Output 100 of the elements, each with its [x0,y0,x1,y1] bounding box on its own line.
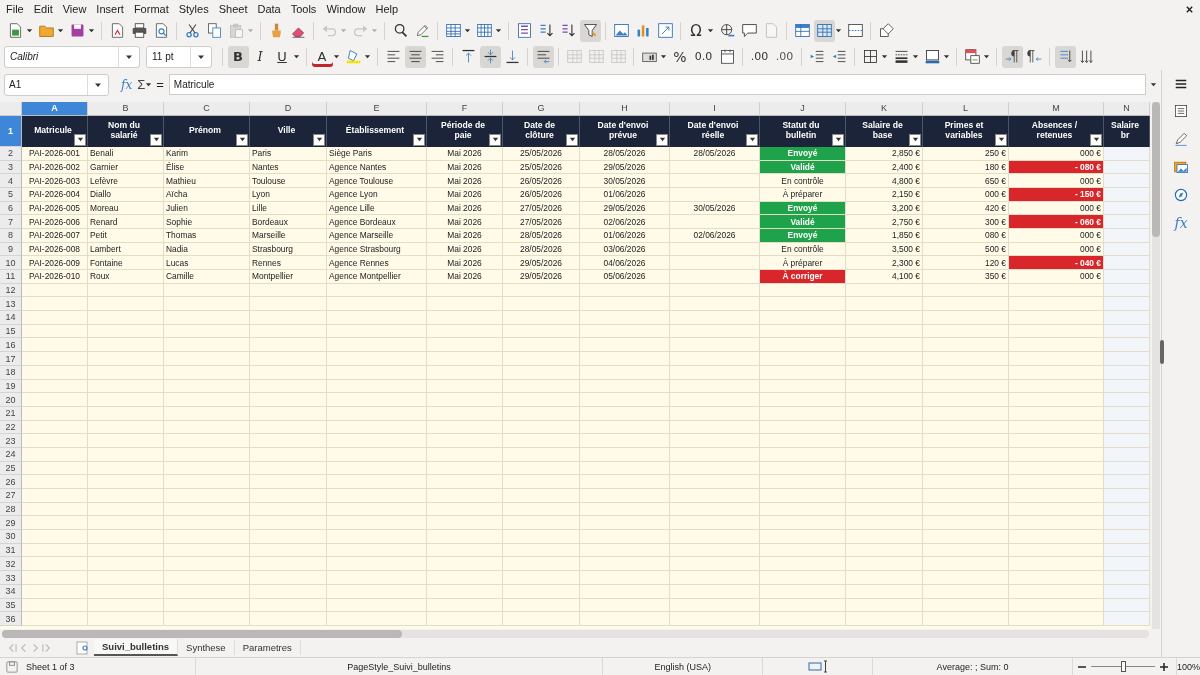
empty-cell[interactable] [670,338,760,353]
empty-cell[interactable] [164,461,250,476]
empty-cell[interactable] [327,543,427,558]
menu-item[interactable]: Window [321,3,371,15]
empty-cell[interactable] [88,461,164,476]
empty-cell[interactable] [846,365,923,380]
empty-cell[interactable] [88,365,164,380]
save-status-icon[interactable] [6,660,18,673]
scrollbar-thumb[interactable] [2,630,402,639]
empty-cell[interactable] [503,612,580,626]
caret-icon[interactable] [912,53,919,60]
function-wizard-button[interactable]: fx [121,77,133,92]
row-number[interactable]: 17 [0,352,22,366]
column-letter[interactable]: F [427,101,503,116]
name-box[interactable]: A1 [4,73,109,96]
menu-item[interactable]: Edit [28,3,58,15]
empty-cell[interactable] [760,297,846,312]
empty-cell[interactable] [327,571,427,585]
empty-cell[interactable] [327,434,427,448]
empty-cell[interactable] [427,338,503,353]
empty-cell[interactable] [580,598,670,613]
empty-cell[interactable] [88,571,164,585]
empty-cell[interactable] [670,256,760,271]
empty-cell[interactable] [580,338,670,353]
header-cell[interactable]: Prénom [164,115,250,147]
row-number[interactable]: 16 [0,338,22,353]
empty-cell[interactable] [88,502,164,517]
empty-cell[interactable] [427,489,503,503]
empty-cell[interactable] [1104,297,1150,312]
empty-cell[interactable] [923,324,1009,339]
caret-icon[interactable] [364,53,371,60]
row-number[interactable]: 29 [0,516,22,531]
column-letter[interactable]: H [580,101,670,116]
empty-cell[interactable] [250,365,327,380]
empty-cell[interactable] [580,297,670,312]
pencil-icon[interactable] [1173,131,1189,147]
empty-cell[interactable] [88,434,164,448]
empty-cell[interactable] [164,475,250,490]
formula-input[interactable]: Matricule [168,74,1147,96]
empty-cell[interactable] [503,571,580,585]
empty-cell[interactable] [327,365,427,380]
empty-cell[interactable] [670,174,760,188]
row-number[interactable]: 36 [0,612,22,626]
empty-cell[interactable] [1104,571,1150,585]
empty-cell[interactable] [670,584,760,599]
special-button[interactable]: Ω [685,19,707,42]
empty-cell[interactable] [1104,475,1150,490]
empty-cell[interactable] [327,379,427,394]
empty-cell[interactable] [88,406,164,421]
empty-cell[interactable] [846,338,923,353]
zoom-in-icon[interactable] [1158,661,1169,672]
row-number[interactable]: 30 [0,530,22,544]
deldecimal-button[interactable]: .00 [772,45,797,68]
empty-cell[interactable] [923,352,1009,366]
empty-cell[interactable] [250,379,327,394]
empty-cell[interactable] [164,311,250,325]
empty-cell[interactable] [1104,174,1150,188]
empty-cell[interactable] [427,584,503,599]
expand-formula-bar-icon[interactable] [1150,81,1158,89]
empty-cell[interactable] [250,297,327,312]
empty-cell[interactable] [250,448,327,462]
empty-cell[interactable] [164,543,250,558]
empty-cell[interactable] [327,324,427,339]
empty-cell[interactable] [670,406,760,421]
empty-cell[interactable] [164,420,250,435]
empty-cell[interactable] [164,489,250,503]
menu-item[interactable]: Format [128,3,174,15]
header-cell[interactable]: Absences / retenues [1009,115,1104,147]
empty-cell[interactable] [670,461,760,476]
header-cell[interactable]: Salaire br [1104,115,1150,147]
empty-cell[interactable] [250,530,327,544]
empty-cell[interactable] [670,283,760,298]
row-number[interactable]: 27 [0,489,22,503]
empty-cell[interactable] [164,283,250,298]
empty-cell[interactable] [846,475,923,490]
column-letter[interactable]: I [670,101,760,116]
text-direction-icon[interactable] [1054,45,1076,68]
empty-cell[interactable] [250,406,327,421]
empty-cell[interactable] [580,612,670,626]
empty-cell[interactable] [923,461,1009,476]
compass-icon[interactable] [1173,187,1189,203]
empty-cell[interactable] [923,365,1009,380]
column-letter[interactable]: D [250,101,327,116]
column-letter[interactable]: B [88,101,164,116]
empty-cell[interactable] [760,448,846,462]
empty-cell[interactable] [760,393,846,407]
empty-cell[interactable] [923,489,1009,503]
column-letter[interactable]: J [760,101,846,116]
empty-cell[interactable] [670,242,760,257]
empty-cell[interactable] [503,338,580,353]
empty-cell[interactable] [327,530,427,544]
row-number[interactable]: 13 [0,297,22,312]
header-cell[interactable]: Date d'envoi prévue [580,115,670,147]
empty-cell[interactable] [503,543,580,558]
empty-cell[interactable] [580,406,670,421]
empty-cell[interactable] [670,187,760,202]
menu-item[interactable]: View [57,3,92,15]
empty-cell[interactable] [88,420,164,435]
empty-cell[interactable] [427,352,503,366]
column-letter[interactable]: C [164,101,250,116]
